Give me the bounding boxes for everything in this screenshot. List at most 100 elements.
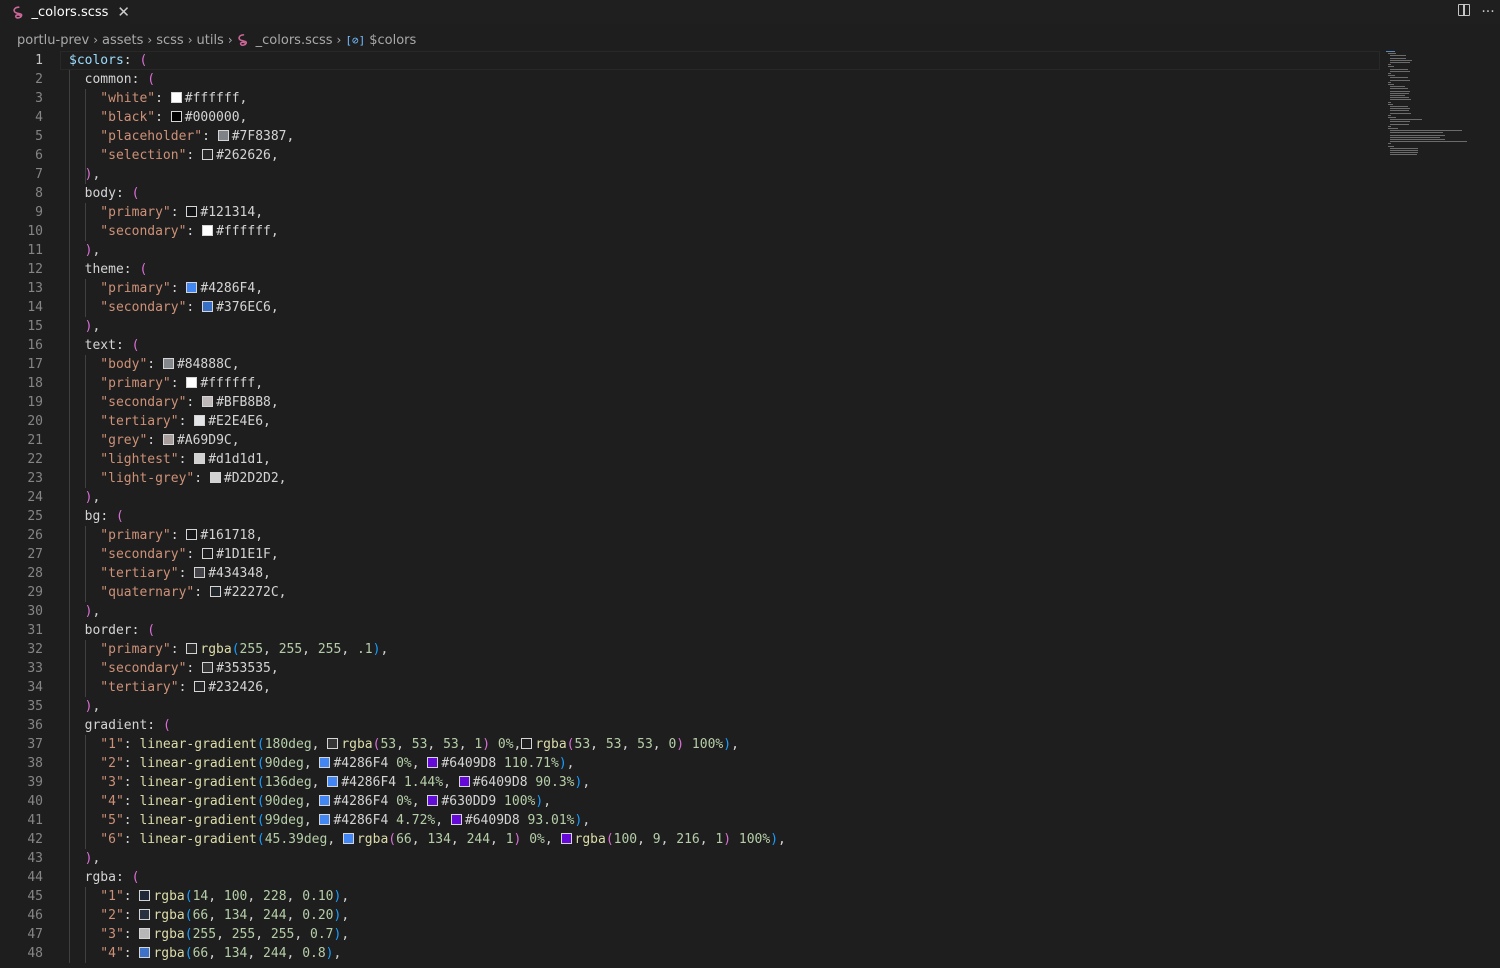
code-line[interactable]: 31 border: ( xyxy=(0,621,1380,640)
color-swatch[interactable] xyxy=(202,662,214,673)
color-swatch[interactable] xyxy=(450,814,462,825)
code-line[interactable]: 29 "quaternary": #22272C, xyxy=(0,583,1380,602)
color-swatch[interactable] xyxy=(162,434,174,445)
color-swatch[interactable] xyxy=(186,206,198,217)
code-line[interactable]: 37 "1": linear-gradient(180deg, rgba(53,… xyxy=(0,735,1380,754)
code-line[interactable]: 27 "secondary": #1D1E1F, xyxy=(0,545,1380,564)
code-line[interactable]: 20 "tertiary": #E2E4E6, xyxy=(0,412,1380,431)
code-line[interactable]: 5 "placeholder": #7F8387, xyxy=(0,127,1380,146)
code-line[interactable]: 46 "2": rgba(66, 134, 244, 0.20), xyxy=(0,906,1380,925)
color-swatch[interactable] xyxy=(427,795,439,806)
breadcrumb-item-symbol[interactable]: $colors xyxy=(369,33,416,48)
code-line[interactable]: 6 "selection": #262626, xyxy=(0,146,1380,165)
code-line[interactable]: 35 ), xyxy=(0,697,1380,716)
breadcrumb-item-file[interactable]: _colors.scss xyxy=(256,33,333,48)
color-swatch[interactable] xyxy=(560,833,572,844)
color-swatch[interactable] xyxy=(319,757,331,768)
code-line[interactable]: 34 "tertiary": #232426, xyxy=(0,678,1380,697)
close-icon[interactable]: ✕ xyxy=(117,5,130,20)
code-line[interactable]: 18 "primary": #ffffff, xyxy=(0,374,1380,393)
code-line[interactable]: 44 rgba: ( xyxy=(0,868,1380,887)
code-line[interactable]: 19 "secondary": #BFB8B8, xyxy=(0,393,1380,412)
tab-colors-scss[interactable]: _colors.scss ✕ xyxy=(0,0,130,24)
code-line[interactable]: 43 ), xyxy=(0,849,1380,868)
breadcrumb-item-project[interactable]: portlu-prev xyxy=(17,33,89,48)
code-line[interactable]: 15 ), xyxy=(0,317,1380,336)
code-line[interactable]: 11 ), xyxy=(0,241,1380,260)
breadcrumb-item-scss[interactable]: scss xyxy=(156,33,183,48)
code-line[interactable]: 40 "4": linear-gradient(90deg, #4286F4 0… xyxy=(0,792,1380,811)
color-swatch[interactable] xyxy=(139,909,151,920)
color-swatch[interactable] xyxy=(194,567,206,578)
color-swatch[interactable] xyxy=(209,472,221,483)
code-line[interactable]: 38 "2": linear-gradient(90deg, #4286F4 0… xyxy=(0,754,1380,773)
color-swatch[interactable] xyxy=(327,738,339,749)
color-swatch[interactable] xyxy=(319,795,331,806)
code-line[interactable]: 28 "tertiary": #434348, xyxy=(0,564,1380,583)
color-swatch[interactable] xyxy=(194,453,206,464)
code-line[interactable]: 30 ), xyxy=(0,602,1380,621)
code-line[interactable]: 7 ), xyxy=(0,165,1380,184)
color-swatch[interactable] xyxy=(202,396,214,407)
color-swatch[interactable] xyxy=(458,776,470,787)
code-line[interactable]: 14 "secondary": #376EC6, xyxy=(0,298,1380,317)
code-line[interactable]: 32 "primary": rgba(255, 255, 255, .1), xyxy=(0,640,1380,659)
code-line[interactable]: 42 "6": linear-gradient(45.39deg, rgba(6… xyxy=(0,830,1380,849)
color-swatch[interactable] xyxy=(194,415,206,426)
color-swatch[interactable] xyxy=(217,130,229,141)
color-swatch[interactable] xyxy=(319,814,331,825)
color-swatch[interactable] xyxy=(342,833,354,844)
color-swatch[interactable] xyxy=(194,681,206,692)
code-line[interactable]: 45 "1": rgba(14, 100, 228, 0.10), xyxy=(0,887,1380,906)
code-line[interactable]: 39 "3": linear-gradient(136deg, #4286F4 … xyxy=(0,773,1380,792)
code-line[interactable]: 23 "light-grey": #D2D2D2, xyxy=(0,469,1380,488)
breadcrumb-item-utils[interactable]: utils xyxy=(197,33,224,48)
code-line[interactable]: 36 gradient: ( xyxy=(0,716,1380,735)
code-line[interactable]: 13 "primary": #4286F4, xyxy=(0,279,1380,298)
color-swatch[interactable] xyxy=(170,111,182,122)
code-line[interactable]: 26 "primary": #161718, xyxy=(0,526,1380,545)
color-swatch[interactable] xyxy=(202,149,214,160)
code-line[interactable]: 41 "5": linear-gradient(99deg, #4286F4 4… xyxy=(0,811,1380,830)
code-token: : xyxy=(186,224,203,239)
code-token: 244 xyxy=(263,946,287,961)
code-line[interactable]: 3 "white": #ffffff, xyxy=(0,89,1380,108)
color-swatch[interactable] xyxy=(327,776,339,787)
code-line[interactable]: 21 "grey": #A69D9C, xyxy=(0,431,1380,450)
code-line[interactable]: 12 theme: ( xyxy=(0,260,1380,279)
color-swatch[interactable] xyxy=(186,377,198,388)
color-swatch[interactable] xyxy=(202,301,214,312)
code-line[interactable]: 2 common: ( xyxy=(0,70,1380,89)
code-line[interactable]: 9 "primary": #121314, xyxy=(0,203,1380,222)
color-swatch[interactable] xyxy=(139,890,151,901)
color-swatch[interactable] xyxy=(427,757,439,768)
code-line[interactable]: 16 text: ( xyxy=(0,336,1380,355)
code-line[interactable]: 8 body: ( xyxy=(0,184,1380,203)
code-line[interactable]: 24 ), xyxy=(0,488,1380,507)
color-swatch[interactable] xyxy=(162,358,174,369)
code-line[interactable]: 33 "secondary": #353535, xyxy=(0,659,1380,678)
code-line[interactable]: 10 "secondary": #ffffff, xyxy=(0,222,1380,241)
code-line[interactable]: 22 "lightest": #d1d1d1, xyxy=(0,450,1380,469)
color-swatch[interactable] xyxy=(139,947,151,958)
color-swatch[interactable] xyxy=(170,92,182,103)
color-swatch[interactable] xyxy=(202,225,214,236)
color-swatch[interactable] xyxy=(139,928,151,939)
color-swatch[interactable] xyxy=(521,738,533,749)
code-line[interactable]: 47 "3": rgba(255, 255, 255, 0.7), xyxy=(0,925,1380,944)
color-swatch[interactable] xyxy=(209,586,221,597)
code-line[interactable]: 4 "black": #000000, xyxy=(0,108,1380,127)
code-editor[interactable]: 1 $colors: (2 common: (3 "white": #ffffff… xyxy=(0,51,1380,968)
code-line[interactable]: 48 "4": rgba(66, 134, 244, 0.8), xyxy=(0,944,1380,963)
minimap[interactable] xyxy=(1386,51,1486,171)
code-line[interactable]: 1 $colors: ( xyxy=(0,51,1380,70)
color-swatch[interactable] xyxy=(202,548,214,559)
code-line[interactable]: 25 bg: ( xyxy=(0,507,1380,526)
more-actions-button[interactable]: ··· xyxy=(1476,4,1500,20)
breadcrumb-item-assets[interactable]: assets xyxy=(102,33,143,48)
color-swatch[interactable] xyxy=(186,529,198,540)
color-swatch[interactable] xyxy=(186,643,198,654)
color-swatch[interactable] xyxy=(186,282,198,293)
code-line[interactable]: 17 "body": #84888C, xyxy=(0,355,1380,374)
split-editor-button[interactable] xyxy=(1452,4,1476,20)
